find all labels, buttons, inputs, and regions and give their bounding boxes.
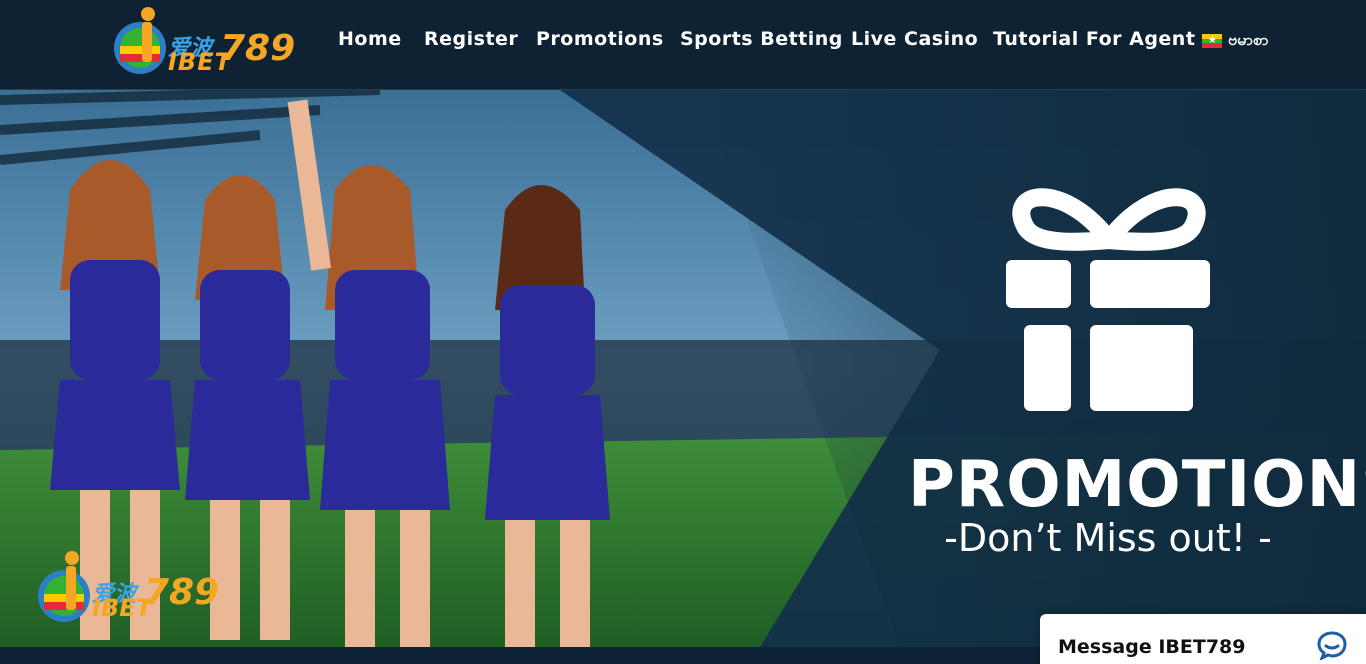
promo-subtitle: -Don’t Miss out! - xyxy=(944,516,1272,560)
chat-label: Message IBET789 xyxy=(1058,636,1246,658)
watermark-emblem-icon xyxy=(38,551,90,622)
nav-register[interactable]: Register xyxy=(424,28,518,50)
promo-title: PROMOTIONS xyxy=(908,448,1366,522)
nav-promotions[interactable]: Promotions xyxy=(536,28,664,50)
logo-emblem-icon xyxy=(114,7,166,74)
nav-live-casino[interactable]: Live Casino xyxy=(851,28,978,50)
nav-home[interactable]: Home xyxy=(338,28,402,50)
nav-tutorial-for-agent[interactable]: Tutorial For Agent xyxy=(993,28,1195,50)
gift-icon xyxy=(1006,188,1210,411)
language-label: ဗမာစာ xyxy=(1228,30,1269,49)
myanmar-flag-icon: ★ xyxy=(1202,34,1222,48)
watermark-num-text: 789 xyxy=(144,572,220,613)
promo-banner[interactable]: 爱波 IBET 789 PROMOTIONS -Don’t Miss out! … xyxy=(0,90,1366,647)
language-switcher[interactable]: ★ ဗမာစာ xyxy=(1202,29,1268,53)
chat-bubble-icon[interactable] xyxy=(1316,630,1348,660)
site-logo[interactable]: 爱波 IBET 789 xyxy=(112,4,295,76)
logo-num-text: 789 xyxy=(220,28,296,69)
watermark-en-text: IBET xyxy=(92,594,152,622)
site-header: 爱波 IBET 789 Home Register Promotions Spo… xyxy=(0,0,1366,90)
chat-widget[interactable]: Message IBET789 xyxy=(1040,614,1366,664)
banner-watermark-logo: 爱波 IBET 789 xyxy=(36,548,220,628)
nav-sports-betting[interactable]: Sports Betting xyxy=(680,28,843,50)
